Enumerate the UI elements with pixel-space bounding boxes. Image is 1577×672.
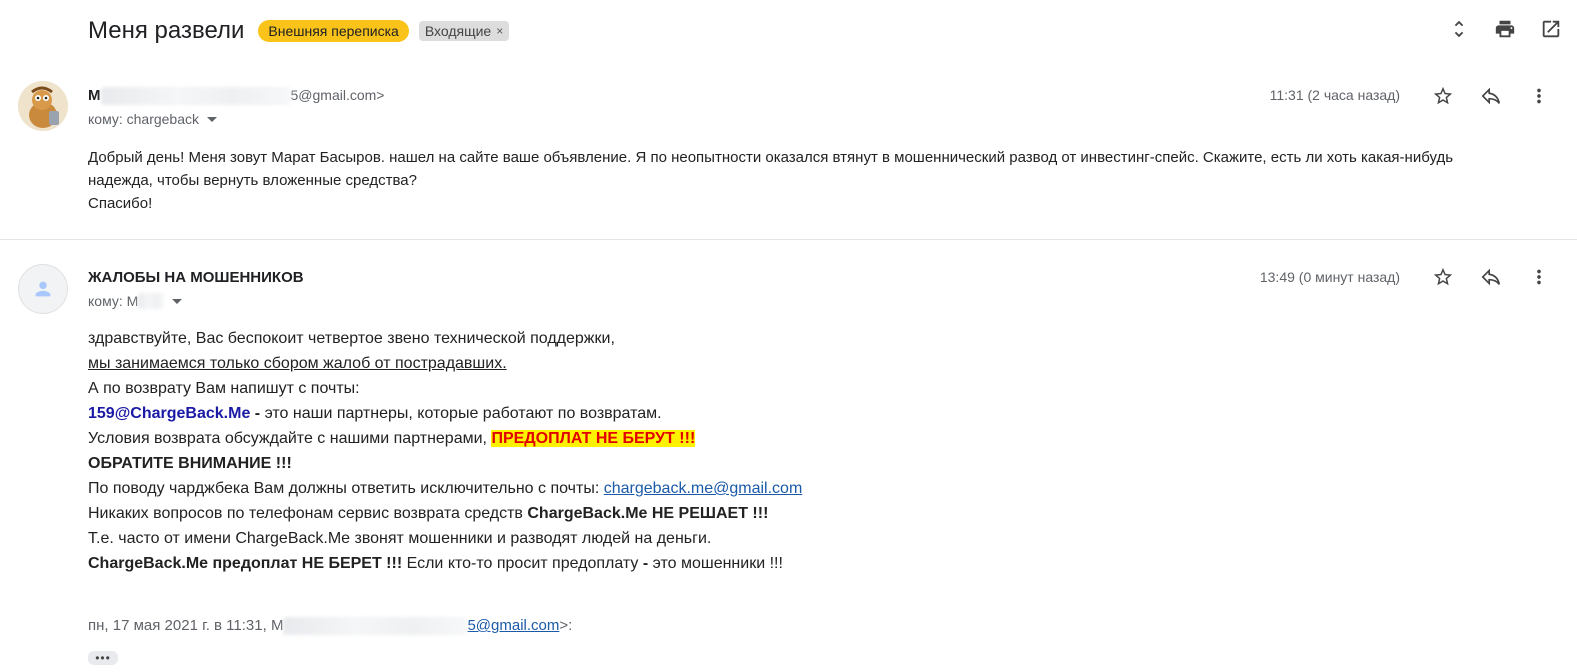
redacted-block: [283, 617, 468, 636]
body-line: Условия возврата обсуждайте с нашими пар…: [88, 426, 802, 451]
body-line: А по возврату Вам напишут с почты:: [88, 380, 360, 397]
recipient-text: кому: chargeback: [88, 111, 200, 127]
redacted-block: [138, 293, 165, 309]
thread-toolbar: [1447, 17, 1563, 41]
star-icon[interactable]: [1431, 84, 1455, 108]
body-text: это наши партнеры, которые работают по в…: [264, 405, 662, 422]
print-icon[interactable]: [1493, 17, 1517, 41]
message-body: Добрый день! Меня зовут Марат Басыров. н…: [88, 146, 1508, 215]
dash: -: [250, 405, 265, 422]
sender-line: M 5@gmail.com>: [88, 87, 385, 106]
quote-prefix: пн, 17 мая 2021 г. в 11:31, М: [88, 617, 284, 634]
sender-email: 5@gmail.com>: [290, 87, 385, 103]
body-text: это мошенники !!!: [648, 555, 783, 572]
reply-icon[interactable]: [1479, 265, 1503, 289]
quote-suffix: >:: [559, 617, 573, 634]
avatar[interactable]: [18, 81, 68, 131]
sender-name[interactable]: M: [88, 87, 101, 104]
body-line: ChargeBack.Me предоплат НЕ БЕРЕТ !!! Есл…: [88, 551, 802, 576]
recipient-line: кому: М: [88, 293, 183, 309]
message-actions: [1431, 84, 1551, 108]
reply-icon[interactable]: [1479, 84, 1503, 108]
highlighted-warning: ПРЕДОПЛАТ НЕ БЕРУТ !!!: [491, 430, 696, 447]
body-text: Никаких вопросов по телефонам сервис воз…: [88, 505, 528, 522]
message-divider: [0, 239, 1577, 240]
person-icon: [35, 281, 51, 297]
message-body: здравствуйте, Вас беспокоит четвертое зв…: [88, 326, 802, 576]
more-vert-icon[interactable]: [1527, 84, 1551, 108]
attention-heading: ОБРАТИТЕ ВНИМАНИЕ !!!: [88, 455, 292, 472]
recipient-line: кому: chargeback: [88, 111, 218, 127]
more-vert-icon[interactable]: [1527, 265, 1551, 289]
chargeback-email-link[interactable]: chargeback.me@gmail.com: [604, 480, 803, 497]
email-subject: Меня развели: [88, 17, 245, 44]
bold-text: ChargeBack.Me НЕ РЕШАЕТ !!!: [527, 505, 769, 522]
label-remove-icon[interactable]: ×: [496, 24, 503, 38]
body-line: Т.е. часто от имени ChargeBack.Me звонят…: [88, 530, 712, 547]
expand-collapse-icon[interactable]: [1447, 17, 1471, 41]
body-line: По поводу чарджбека Вам должны ответить …: [88, 476, 802, 501]
quote-email-link[interactable]: 5@gmail.com: [467, 617, 559, 634]
body-line: мы занимаемся только сбором жалоб от пос…: [88, 355, 507, 372]
label-inbox-text: Входящие: [424, 23, 492, 39]
partner-email[interactable]: 159@ChargeBack.Me: [88, 405, 250, 422]
sender-name[interactable]: ЖАЛОБЫ НА МОШЕННИКОВ: [88, 269, 304, 286]
show-trimmed-content-button[interactable]: •••: [88, 651, 118, 665]
body-text: Если кто-то просит предоплату: [402, 555, 643, 572]
message-actions: [1431, 265, 1551, 289]
star-icon[interactable]: [1431, 265, 1455, 289]
body-line: 159@ChargeBack.Me - это наши партнеры, к…: [88, 401, 802, 426]
quoted-header: пн, 17 мая 2021 г. в 11:31, М 5@gmail.com…: [88, 617, 573, 636]
label-external[interactable]: Внешняя переписка: [258, 20, 409, 42]
body-text: Условия возврата обсуждайте с нашими пар…: [88, 430, 492, 447]
recipient-text: кому: М: [88, 293, 139, 309]
show-details-icon[interactable]: [172, 298, 183, 304]
show-details-icon[interactable]: [207, 116, 218, 122]
body-text: По поводу чарджбека Вам должны ответить …: [88, 480, 604, 497]
body-paragraph: Добрый день! Меня зовут Марат Басыров. н…: [88, 149, 1454, 189]
body-paragraph: Спасибо!: [88, 195, 153, 212]
body-line: здравствуйте, Вас беспокоит четвертое зв…: [88, 330, 615, 347]
message-time: 11:31 (2 часа назад): [1269, 87, 1400, 103]
redacted-block: [100, 87, 291, 106]
subject-header: Меня развели Внешняя переписка Входящие …: [88, 13, 510, 49]
label-inbox[interactable]: Входящие ×: [418, 21, 510, 41]
body-line: Никаких вопросов по телефонам сервис воз…: [88, 501, 802, 526]
message-time: 13:49 (0 минут назад): [1259, 269, 1400, 285]
bold-text: ChargeBack.Me предоплат НЕ БЕРЕТ !!!: [88, 555, 403, 572]
avatar[interactable]: [18, 264, 68, 314]
open-in-new-window-icon[interactable]: [1539, 17, 1563, 41]
